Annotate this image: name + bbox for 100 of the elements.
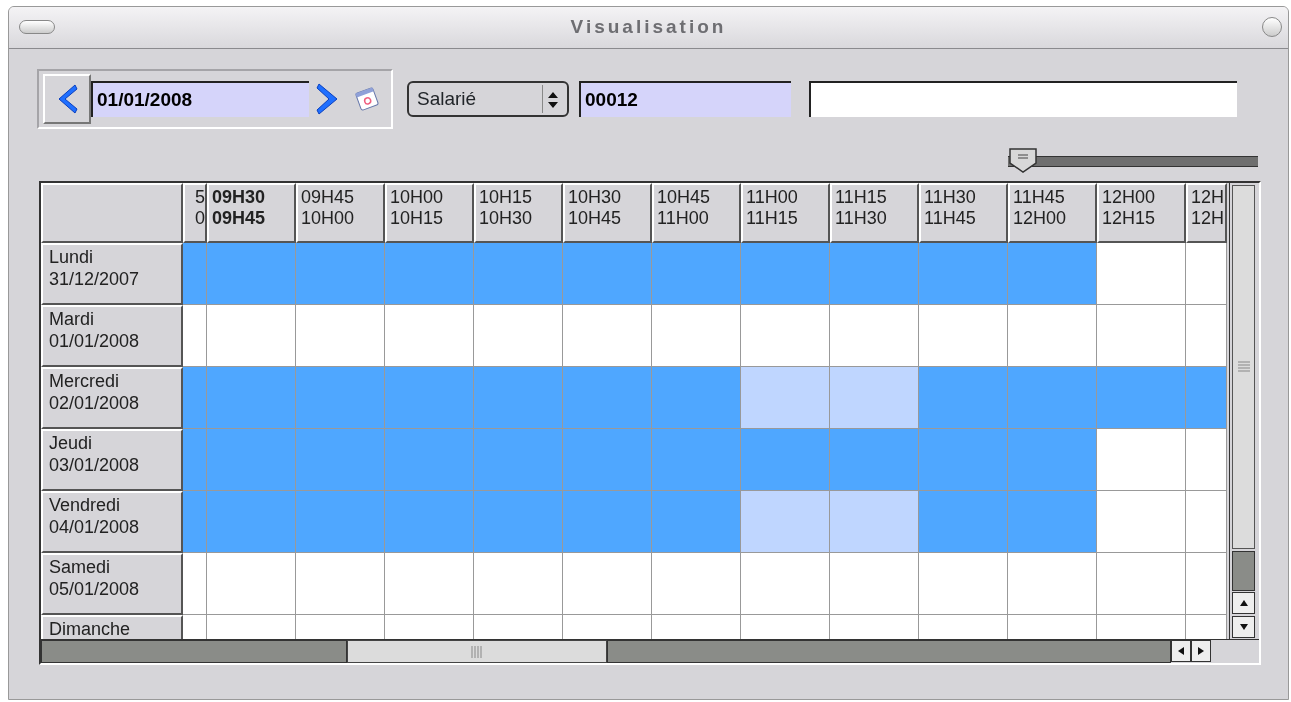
day-row-header[interactable]: Vendredi 04/01/2008 [41, 491, 183, 553]
schedule-slot[interactable] [652, 243, 741, 305]
schedule-slot[interactable] [741, 367, 830, 429]
schedule-slot[interactable] [474, 243, 563, 305]
schedule-slot[interactable] [830, 305, 919, 367]
schedule-slot[interactable] [652, 305, 741, 367]
day-row-header[interactable]: Lundi 31/12/2007 [41, 243, 183, 305]
schedule-slot[interactable] [296, 553, 385, 615]
schedule-slot[interactable] [741, 429, 830, 491]
time-column-header[interactable]: 09H30 09H45 [207, 183, 296, 243]
schedule-slot[interactable] [385, 367, 474, 429]
schedule-slot[interactable] [652, 553, 741, 615]
schedule-slot[interactable] [1097, 243, 1186, 305]
schedule-slot[interactable] [652, 429, 741, 491]
schedule-slot[interactable] [1008, 305, 1097, 367]
schedule-slot[interactable] [207, 553, 296, 615]
day-row-header[interactable]: Jeudi 03/01/2008 [41, 429, 183, 491]
time-column-header[interactable]: 10H30 10H45 [563, 183, 652, 243]
time-column-header[interactable]: 5 0 [183, 183, 207, 243]
schedule-slot[interactable] [919, 491, 1008, 553]
schedule-slot[interactable] [207, 305, 296, 367]
schedule-slot[interactable] [919, 553, 1008, 615]
schedule-slot[interactable] [919, 429, 1008, 491]
schedule-slot[interactable] [385, 305, 474, 367]
schedule-slot[interactable] [1097, 367, 1186, 429]
schedule-slot[interactable] [563, 367, 652, 429]
schedule-slot[interactable] [830, 429, 919, 491]
schedule-slot[interactable] [296, 491, 385, 553]
day-row-header[interactable]: Dimanche [41, 615, 183, 639]
schedule-slot[interactable] [183, 243, 207, 305]
schedule-slot[interactable] [474, 491, 563, 553]
schedule-slot[interactable] [563, 305, 652, 367]
date-field[interactable]: 01/01/2008 [91, 81, 309, 117]
type-dropdown[interactable]: Salarié [407, 81, 569, 117]
schedule-slot[interactable] [919, 243, 1008, 305]
schedule-slot[interactable] [1008, 429, 1097, 491]
name-field[interactable] [809, 81, 1237, 117]
schedule-slot[interactable] [1097, 553, 1186, 615]
schedule-slot[interactable] [207, 243, 296, 305]
schedule-slot[interactable] [1186, 367, 1227, 429]
scroll-right-button[interactable] [1191, 640, 1211, 662]
schedule-slot[interactable] [183, 367, 207, 429]
schedule-slot[interactable] [741, 243, 830, 305]
scroll-left-button[interactable] [1171, 640, 1191, 662]
schedule-slot[interactable] [652, 491, 741, 553]
schedule-slot[interactable] [1008, 553, 1097, 615]
time-column-header[interactable]: 10H45 11H00 [652, 183, 741, 243]
schedule-slot[interactable] [830, 367, 919, 429]
schedule-slot[interactable] [474, 367, 563, 429]
schedule-slot[interactable] [741, 305, 830, 367]
schedule-slot[interactable] [1008, 367, 1097, 429]
schedule-slot[interactable] [652, 367, 741, 429]
schedule-slot[interactable] [474, 553, 563, 615]
schedule-slot[interactable] [183, 429, 207, 491]
schedule-slot[interactable] [919, 367, 1008, 429]
slider-thumb[interactable] [1008, 147, 1038, 173]
scroll-down-button[interactable] [1232, 616, 1255, 638]
time-column-header[interactable]: 11H30 11H45 [919, 183, 1008, 243]
horizontal-scrollbar-thumb[interactable] [347, 640, 607, 663]
schedule-slot[interactable] [207, 429, 296, 491]
code-field[interactable]: 00012 [579, 81, 791, 117]
schedule-slot[interactable] [1186, 243, 1227, 305]
time-column-header[interactable]: 12H00 12H15 [1097, 183, 1186, 243]
schedule-slot[interactable] [1097, 429, 1186, 491]
schedule-slot[interactable] [296, 367, 385, 429]
schedule-slot[interactable] [563, 429, 652, 491]
schedule-slot[interactable] [296, 305, 385, 367]
previous-button[interactable] [43, 74, 91, 124]
schedule-slot[interactable] [474, 305, 563, 367]
schedule-slot[interactable] [183, 553, 207, 615]
time-column-header[interactable]: 11H15 11H30 [830, 183, 919, 243]
time-column-header[interactable]: 10H00 10H15 [385, 183, 474, 243]
time-column-header[interactable]: 10H15 10H30 [474, 183, 563, 243]
vertical-scrollbar-thumb[interactable] [1232, 185, 1255, 549]
schedule-slot[interactable] [385, 429, 474, 491]
schedule-slot[interactable] [741, 491, 830, 553]
time-column-header[interactable]: 11H00 11H15 [741, 183, 830, 243]
schedule-slot[interactable] [830, 243, 919, 305]
schedule-slot[interactable] [1097, 491, 1186, 553]
schedule-slot[interactable] [563, 243, 652, 305]
day-row-header[interactable]: Mercredi 02/01/2008 [41, 367, 183, 429]
day-row-header[interactable]: Mardi 01/01/2008 [41, 305, 183, 367]
schedule-slot[interactable] [1186, 491, 1227, 553]
schedule-slot[interactable] [207, 491, 296, 553]
time-column-header[interactable]: 11H45 12H00 [1008, 183, 1097, 243]
schedule-slot[interactable] [1008, 243, 1097, 305]
schedule-slot[interactable] [183, 305, 207, 367]
zoom-button[interactable] [1262, 17, 1282, 37]
schedule-slot[interactable] [474, 429, 563, 491]
schedule-slot[interactable] [563, 553, 652, 615]
schedule-slot[interactable] [1097, 305, 1186, 367]
schedule-slot[interactable] [385, 243, 474, 305]
schedule-slot[interactable] [183, 491, 207, 553]
collapse-button[interactable] [19, 20, 55, 34]
schedule-slot[interactable] [741, 553, 830, 615]
schedule-slot[interactable] [1186, 305, 1227, 367]
schedule-slot[interactable] [1186, 553, 1227, 615]
schedule-slot[interactable] [1186, 429, 1227, 491]
schedule-slot[interactable] [1008, 491, 1097, 553]
day-row-header[interactable]: Samedi 05/01/2008 [41, 553, 183, 615]
